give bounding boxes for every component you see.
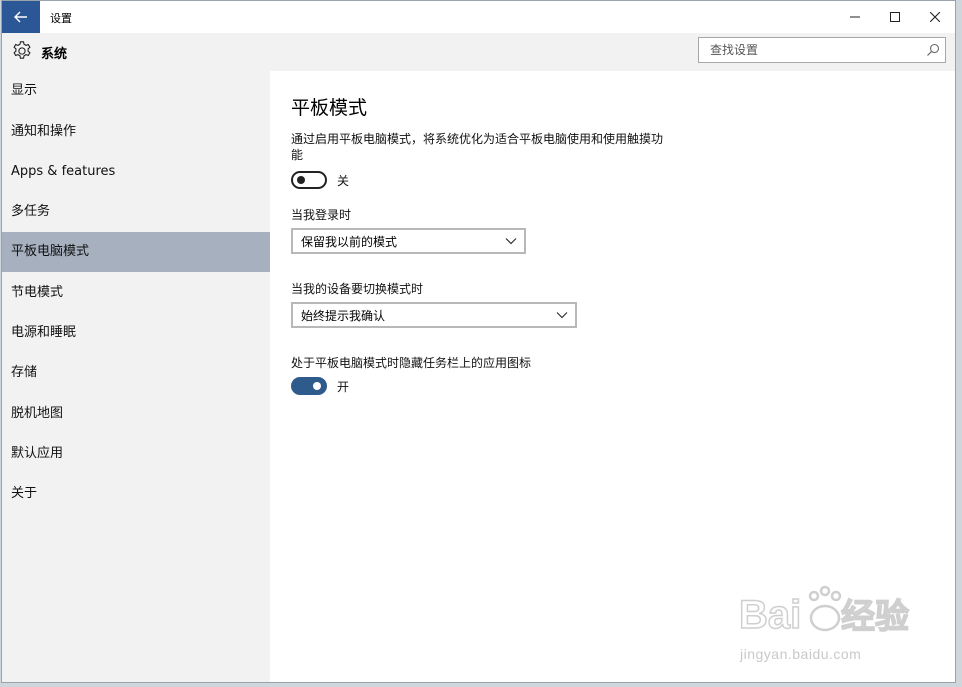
hide-icons-label: 处于平板电脑模式时隐藏任务栏上的应用图标: [291, 356, 532, 370]
settings-window: 设置 系统 显示 通知和操作 Apps & features 多任务 平板电: [1, 0, 956, 683]
switch-mode-label: 当我的设备要切换模式时: [291, 282, 424, 296]
chevron-down-icon: [505, 238, 517, 245]
switch-mode-value: 始终提示我确认: [301, 308, 386, 323]
toggle-knob: [297, 176, 305, 184]
back-arrow-icon: [14, 11, 27, 23]
switch-mode-select[interactable]: 始终提示我确认: [291, 302, 577, 328]
search-icon[interactable]: [926, 43, 940, 57]
sidebar-item-power-sleep[interactable]: 电源和睡眠: [2, 313, 270, 353]
sidebar-item-about[interactable]: 关于: [2, 474, 270, 514]
search-input[interactable]: [708, 42, 922, 58]
hide-icons-toggle-label: 开: [337, 380, 350, 394]
sidebar-item-notifications[interactable]: 通知和操作: [2, 112, 270, 152]
close-icon: [930, 12, 940, 22]
search-box[interactable]: [698, 37, 946, 63]
minimize-button[interactable]: [835, 1, 875, 33]
signin-mode-select[interactable]: 保留我以前的模式: [291, 228, 526, 254]
tablet-mode-toggle-label: 关: [337, 174, 350, 188]
hide-icons-toggle[interactable]: [291, 377, 327, 395]
maximize-button[interactable]: [875, 1, 915, 33]
signin-mode-value: 保留我以前的模式: [301, 234, 398, 249]
sidebar-item-offline-maps[interactable]: 脱机地图: [2, 394, 270, 434]
page-title: 平板模式: [291, 97, 368, 119]
toggle-knob: [313, 382, 321, 390]
sidebar-item-tablet-mode[interactable]: 平板电脑模式: [2, 232, 270, 273]
close-button[interactable]: [915, 1, 955, 33]
sidebar-item-multitasking[interactable]: 多任务: [2, 192, 270, 232]
minimize-icon: [850, 16, 860, 18]
sidebar-item-battery-saver[interactable]: 节电模式: [2, 273, 270, 313]
sidebar-nav: 显示 通知和操作 Apps & features 多任务 平板电脑模式 节电模式…: [2, 71, 270, 682]
gear-icon: [13, 41, 31, 59]
header-row: 系统: [2, 33, 955, 71]
watermark-url: jingyan.baidu.com: [740, 646, 862, 662]
baidu-watermark-logo: Bai 经验: [738, 585, 910, 638]
window-title: 设置: [50, 12, 72, 25]
svg-text:经验: 经验: [841, 597, 909, 636]
back-button[interactable]: [2, 1, 40, 33]
title-bar: 设置: [2, 1, 955, 33]
tablet-mode-toggle[interactable]: [291, 171, 327, 189]
section-title: 系统: [41, 47, 68, 62]
tablet-mode-description: 通过启用平板电脑模式，将系统优化为适合平板电脑使用和使用触摸功能: [291, 132, 664, 162]
sidebar-item-storage[interactable]: 存储: [2, 353, 270, 393]
sidebar-item-default-apps[interactable]: 默认应用: [2, 434, 270, 474]
sidebar-item-display[interactable]: 显示: [2, 71, 270, 111]
chevron-down-icon: [556, 312, 568, 319]
sidebar-item-apps-features[interactable]: Apps & features: [2, 152, 270, 192]
svg-text:Bai: Bai: [739, 593, 801, 637]
maximize-icon: [890, 12, 900, 22]
signin-label: 当我登录时: [291, 208, 352, 222]
